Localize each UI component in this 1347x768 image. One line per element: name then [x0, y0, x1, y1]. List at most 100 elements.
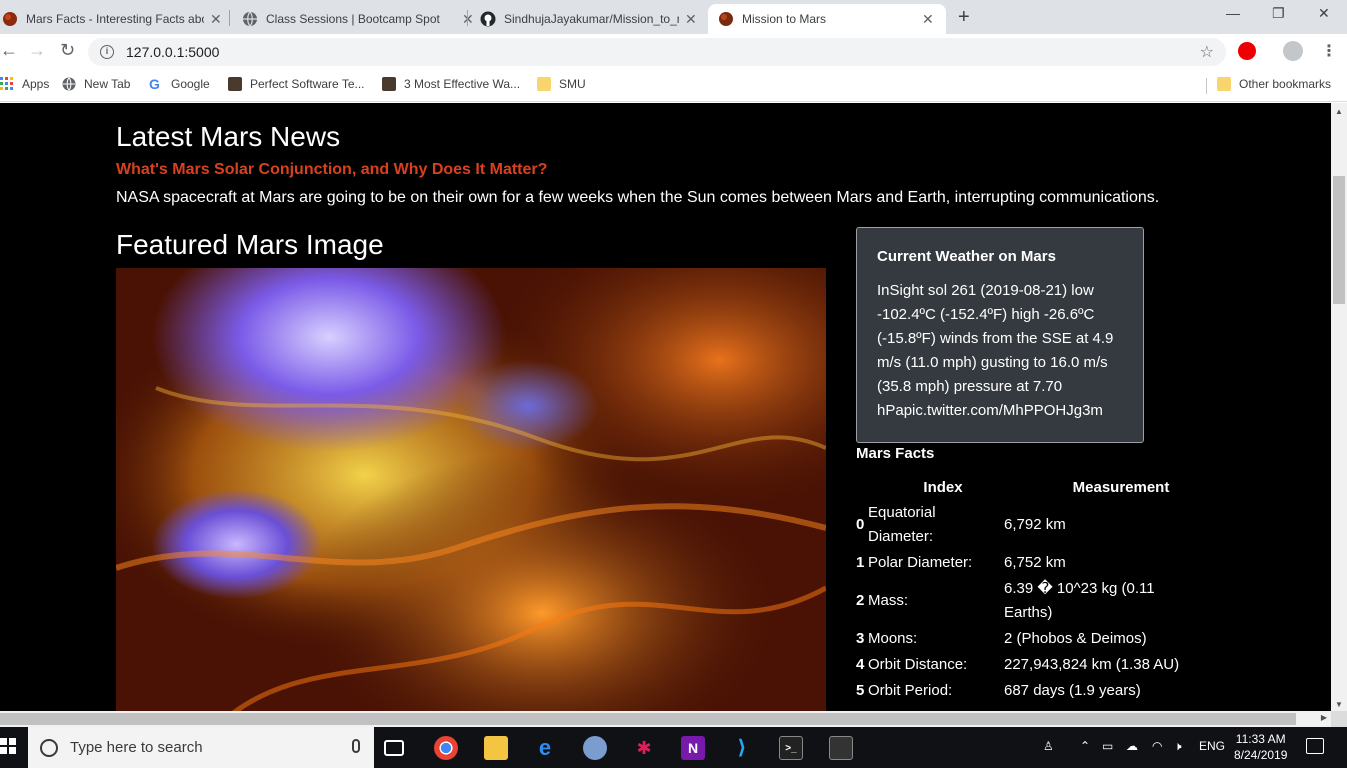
vscode-icon[interactable]: ⟩: [730, 736, 754, 760]
bookmark-label: 3 Most Effective Wa...: [404, 77, 521, 91]
row-index: 0: [856, 516, 865, 533]
tab-github[interactable]: SindhujaJayakumar/Mission_to_m ✕: [478, 4, 697, 34]
slack-icon[interactable]: ✱: [632, 736, 656, 760]
weather-text: InSight sol 261 (2019-08-21) low -102.4º…: [877, 282, 1114, 419]
reload-icon[interactable]: ↻: [60, 40, 75, 61]
battery-icon[interactable]: ▭: [1102, 739, 1113, 753]
row-label: Orbit Distance:: [868, 656, 968, 673]
scrollbar-thumb[interactable]: [0, 713, 1296, 725]
close-window-icon[interactable]: ✕: [1318, 5, 1330, 22]
language-indicator[interactable]: ENG: [1199, 739, 1225, 753]
close-icon[interactable]: ✕: [685, 11, 697, 28]
tab-mission-to-mars[interactable]: Mission to Mars ✕: [708, 4, 946, 34]
tab-title: SindhujaJayakumar/Mission_to_m: [504, 12, 679, 26]
back-icon[interactable]: ←: [0, 40, 18, 61]
row-value: 687 days (1.9 years): [1004, 682, 1141, 699]
scrollbar-thumb[interactable]: [1333, 176, 1345, 304]
globe-icon: [62, 77, 76, 91]
bookmark-perfect-software[interactable]: Perfect Software Te...: [228, 77, 365, 91]
bookmark-other[interactable]: Other bookmarks: [1217, 77, 1331, 91]
row-value: 6,752 km: [1004, 554, 1066, 571]
mars-icon: [718, 11, 734, 27]
clock[interactable]: 11:33 AM 8/24/2019: [1234, 731, 1287, 763]
row-index: 5: [856, 682, 865, 699]
row-label: Orbit Period:: [868, 682, 953, 699]
row-index: 4: [856, 656, 865, 673]
close-icon[interactable]: ✕: [922, 11, 934, 28]
minimize-icon[interactable]: —: [1226, 5, 1240, 21]
bookmark-label: New Tab: [84, 77, 131, 91]
onenote-icon[interactable]: N: [681, 736, 705, 760]
table-header-blank: [856, 475, 868, 500]
bookmark-label: Apps: [22, 77, 50, 91]
people-icon[interactable]: ♙: [1043, 739, 1054, 753]
address-bar[interactable]: i 127.0.0.1:5000 ☆: [88, 38, 1226, 66]
table-row: 0 Equatorial Diameter: 6,792 km: [856, 500, 1204, 550]
clock-date: 8/24/2019: [1234, 748, 1288, 762]
cube-icon: [382, 77, 396, 91]
microphone-icon[interactable]: [352, 739, 360, 753]
file-explorer-icon[interactable]: [484, 736, 508, 760]
edge-icon[interactable]: e: [533, 736, 557, 760]
search-placeholder: Type here to search: [70, 739, 203, 756]
mars-facts-table: Index Measurement 0 Equatorial Diameter:…: [856, 475, 1204, 704]
folder-icon: [537, 77, 551, 91]
vertical-scrollbar[interactable]: ▲ ▼: [1331, 103, 1347, 711]
url-text[interactable]: 127.0.0.1:5000: [126, 44, 219, 60]
bookmark-star-icon[interactable]: ☆: [1200, 42, 1214, 62]
mars-icon: [2, 11, 18, 27]
terminal-icon[interactable]: >_: [779, 736, 803, 760]
scroll-down-icon[interactable]: ▼: [1335, 700, 1343, 709]
taskbar-search[interactable]: Type here to search: [28, 727, 374, 768]
profile-avatar[interactable]: [1283, 41, 1303, 61]
row-value: 6.39 � 10^23 kg (0.11 Earths): [1004, 580, 1155, 621]
chevron-up-icon[interactable]: ⌃: [1080, 739, 1090, 753]
tab-mars-facts[interactable]: Mars Facts - Interesting Facts abo ✕: [0, 4, 222, 34]
horizontal-scrollbar[interactable]: ▶: [0, 711, 1331, 727]
cloud-icon[interactable]: ☁: [1126, 739, 1138, 753]
table-header-measurement: Measurement: [1072, 479, 1170, 496]
terminal-icon[interactable]: [829, 736, 853, 760]
task-view-icon[interactable]: [384, 740, 404, 756]
volume-icon[interactable]: 🕨: [1174, 739, 1182, 754]
news-section-title: Latest Mars News: [116, 121, 341, 152]
tab-strip: Mars Facts - Interesting Facts abo ✕ Cla…: [0, 0, 1347, 34]
row-value: 227,943,824 km (1.38 AU): [1004, 656, 1180, 673]
table-header-row: Index Measurement: [856, 475, 1204, 500]
wifi-icon[interactable]: ◠: [1152, 739, 1162, 753]
google-icon: G: [149, 76, 160, 92]
browser-toolbar: ← → ↻ i 127.0.0.1:5000 ☆: [0, 34, 1347, 70]
bookmark-new-tab[interactable]: New Tab: [62, 77, 130, 91]
chrome-icon[interactable]: [434, 736, 458, 760]
featured-image-title: Featured Mars Image: [116, 229, 384, 260]
page-content: Latest Mars News What's Mars Solar Conju…: [0, 103, 1331, 711]
globe-icon: [242, 11, 258, 27]
bookmark-label: SMU: [559, 77, 586, 91]
forward-icon[interactable]: →: [28, 40, 46, 61]
notifications-icon[interactable]: [1306, 738, 1324, 754]
bookmark-label: Perfect Software Te...: [250, 77, 365, 91]
tab-title: Mars Facts - Interesting Facts abo: [26, 12, 204, 26]
bookmark-apps[interactable]: Apps: [0, 77, 49, 91]
scroll-right-icon[interactable]: ▶: [1321, 713, 1327, 722]
restore-icon[interactable]: ❐: [1272, 5, 1285, 22]
bookmark-google[interactable]: G Google: [149, 77, 210, 91]
info-icon[interactable]: i: [100, 45, 114, 59]
row-index: 1: [856, 554, 865, 571]
windows-start-icon[interactable]: [0, 738, 16, 754]
news-headline: What's Mars Solar Conjunction, and Why D…: [116, 161, 548, 178]
featured-mars-image[interactable]: [116, 268, 826, 711]
scrollbar-corner: [1331, 711, 1347, 727]
search-icon: [40, 738, 58, 757]
new-tab-button[interactable]: +: [958, 6, 970, 29]
extension-icon[interactable]: [1238, 42, 1256, 60]
table-row: 1 Polar Diameter: 6,752 km: [856, 550, 1204, 576]
tab-class-sessions[interactable]: Class Sessions | Bootcamp Spot ✕: [240, 4, 474, 34]
close-icon[interactable]: ✕: [210, 11, 222, 28]
folder-icon: [1217, 77, 1231, 91]
menu-icon[interactable]: ⋮: [1321, 41, 1337, 61]
scroll-up-icon[interactable]: ▲: [1335, 107, 1343, 116]
bookmark-effective-ways[interactable]: 3 Most Effective Wa...: [382, 77, 520, 91]
bookmark-smu[interactable]: SMU: [537, 77, 586, 91]
paint-icon[interactable]: [583, 736, 607, 760]
